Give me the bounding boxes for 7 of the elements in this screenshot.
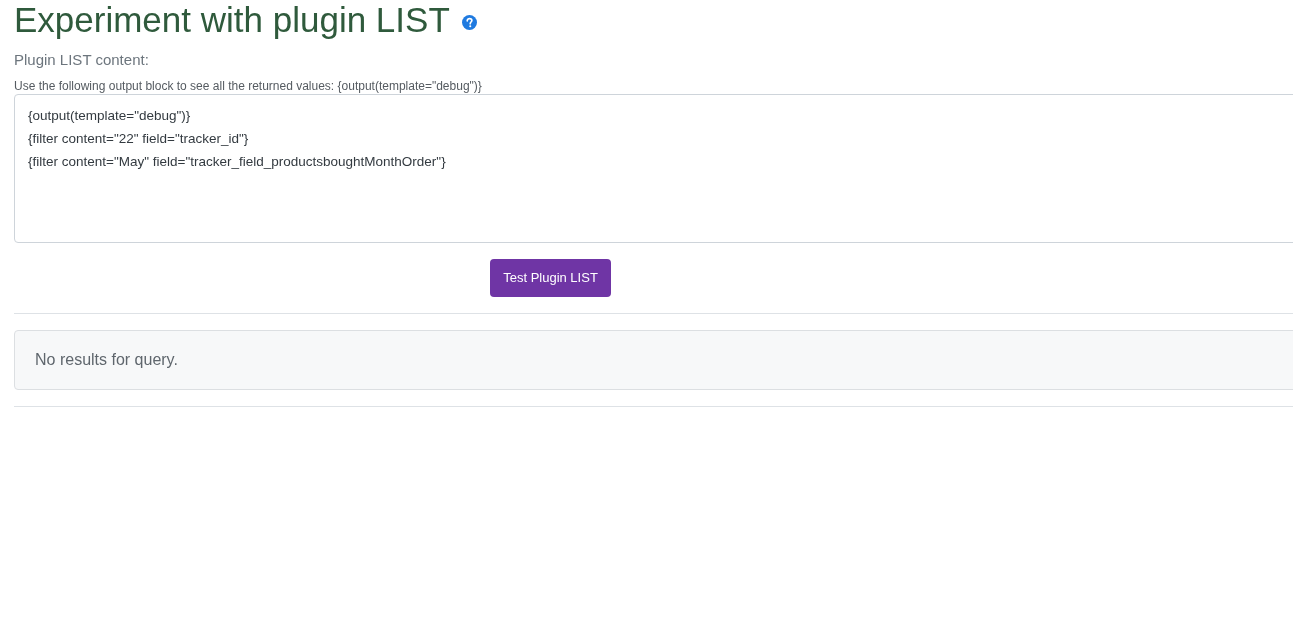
test-plugin-button[interactable]: Test Plugin LIST (490, 259, 611, 297)
page-title: Experiment with plugin LIST (14, 0, 450, 40)
results-alert: No results for query. (14, 330, 1293, 390)
code-field[interactable]: {output(template="debug")} {filter content="22" field="tracker_id"} {filter content="May" field="tracker_field_productsboughtMonthOrder"} (14, 94, 1293, 243)
field-hint: Use the following output block to see all the returned values: {output(template="debug")} (14, 80, 482, 93)
help-icon[interactable] (461, 14, 477, 30)
field-label: Plugin LIST content: (14, 50, 149, 70)
